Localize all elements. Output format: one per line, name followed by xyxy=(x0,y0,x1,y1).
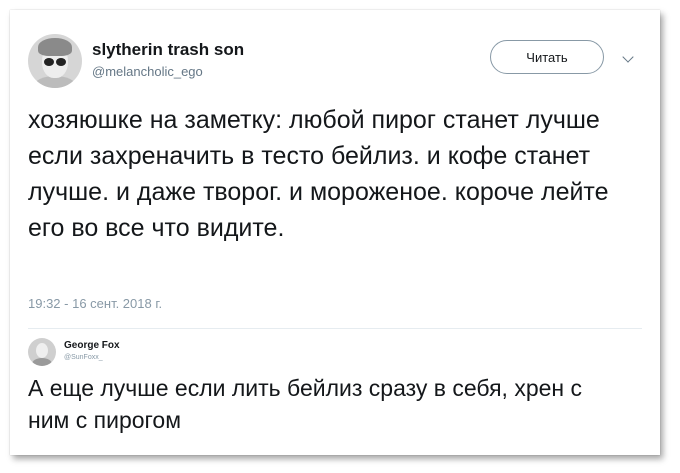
reply-avatar[interactable] xyxy=(28,338,56,366)
avatar-glasses-left xyxy=(44,58,54,66)
reply-avatar-face xyxy=(36,343,48,358)
tweet-timestamp[interactable]: 19:32 - 16 сент. 2018 г. xyxy=(28,296,162,311)
tweet-card: slytherin trash son @melancholic_ego Чит… xyxy=(10,10,660,455)
reply-author-display-name[interactable]: George Fox xyxy=(64,340,120,351)
follow-button[interactable]: Читать xyxy=(490,40,604,74)
avatar-glasses-right xyxy=(56,58,66,66)
divider xyxy=(28,328,642,329)
reply-author-handle[interactable]: @SunFoxx_ xyxy=(64,354,103,361)
author-display-name[interactable]: slytherin trash son xyxy=(92,40,244,60)
tweet-text: хозяюшке на заметку: любой пирог станет … xyxy=(28,106,609,242)
chevron-down-icon[interactable] xyxy=(622,51,634,63)
avatar-hair xyxy=(38,38,72,56)
avatar[interactable] xyxy=(28,34,82,88)
reply-avatar-shirt xyxy=(32,358,52,366)
author-handle[interactable]: @melancholic_ego xyxy=(92,64,203,79)
reply-text: А еще лучше если лить бейлиз сразу в себ… xyxy=(28,375,583,433)
